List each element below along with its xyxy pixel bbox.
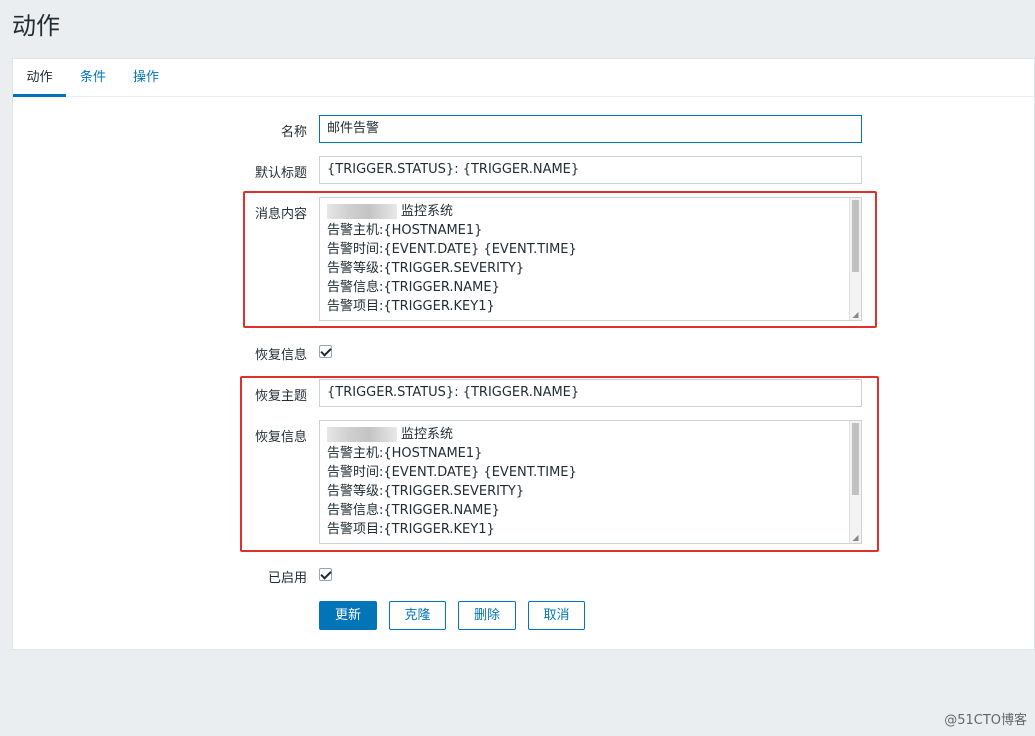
- message-line: 告警信息:{TRIGGER.NAME}: [327, 503, 500, 518]
- default-subject-label: 默认标题: [254, 166, 307, 181]
- message-line: 告警等级:{TRIGGER.SEVERITY}: [327, 261, 525, 276]
- message-line: 告警项目:{TRIGGER.KEY1}: [327, 522, 495, 537]
- watermark: @51CTO博客: [944, 713, 1027, 728]
- message-line: 告警时间:{EVENT.DATE} {EVENT.TIME}: [327, 465, 577, 480]
- redacted-blur: [327, 204, 397, 219]
- message-textarea[interactable]: 监控系统 告警主机:{HOSTNAME1} 告警时间:{EVENT.DATE} …: [319, 197, 862, 321]
- redacted-blur: [327, 427, 397, 442]
- recovery-message-text: 监控系统 告警主机:{HOSTNAME1} 告警时间:{EVENT.DATE} …: [327, 425, 847, 539]
- scroll-thumb[interactable]: [852, 200, 859, 272]
- recovery-subject-label: 恢复主题: [254, 389, 307, 404]
- message-line: 告警等级:{TRIGGER.SEVERITY}: [327, 484, 525, 499]
- tab-operations[interactable]: 操作: [126, 59, 166, 97]
- recovery-enabled-label: 恢复信息: [254, 348, 307, 363]
- enabled-checkbox[interactable]: [319, 568, 332, 581]
- action-form-panel: 动作 条件 操作 名称 邮件告警 默认标题 {TRIGGER.STATUS}: …: [12, 58, 1035, 650]
- message-line: 告警时间:{EVENT.DATE} {EVENT.TIME}: [327, 242, 577, 257]
- update-button[interactable]: 更新: [319, 601, 377, 630]
- recovery-message-scrollbar[interactable]: [849, 421, 861, 543]
- name-input[interactable]: 邮件告警: [319, 115, 862, 143]
- resize-grip-icon[interactable]: ◢: [851, 310, 860, 319]
- message-line: 监控系统: [327, 425, 847, 444]
- tab-conditions[interactable]: 条件: [73, 59, 113, 97]
- page-title: 动作: [12, 12, 60, 40]
- message-line: 告警信息:{TRIGGER.NAME}: [327, 280, 500, 295]
- delete-button[interactable]: 删除: [458, 601, 516, 630]
- tab-bar: 动作 条件 操作: [13, 59, 1034, 97]
- clone-button[interactable]: 克隆: [389, 601, 446, 630]
- recovery-message-label: 恢复信息: [254, 430, 307, 445]
- cancel-button[interactable]: 取消: [528, 601, 585, 630]
- name-label: 名称: [280, 125, 307, 140]
- message-scrollbar[interactable]: [849, 198, 861, 320]
- message-line: 监控系统: [327, 202, 847, 221]
- resize-grip-icon[interactable]: ◢: [851, 533, 860, 542]
- message-line: 告警主机:{HOSTNAME1}: [327, 223, 483, 238]
- recovery-subject-input[interactable]: {TRIGGER.STATUS}: {TRIGGER.NAME}: [319, 379, 862, 407]
- scroll-thumb[interactable]: [852, 423, 859, 495]
- default-subject-input[interactable]: {TRIGGER.STATUS}: {TRIGGER.NAME}: [319, 156, 862, 184]
- recovery-enabled-checkbox[interactable]: [319, 345, 332, 358]
- message-line: 告警主机:{HOSTNAME1}: [327, 446, 483, 461]
- tab-action[interactable]: 动作: [13, 59, 66, 97]
- recovery-message-textarea[interactable]: 监控系统 告警主机:{HOSTNAME1} 告警时间:{EVENT.DATE} …: [319, 420, 862, 544]
- message-text: 监控系统 告警主机:{HOSTNAME1} 告警时间:{EVENT.DATE} …: [327, 202, 847, 316]
- message-line: 告警项目:{TRIGGER.KEY1}: [327, 299, 495, 314]
- message-label: 消息内容: [254, 207, 307, 222]
- enabled-label: 已启用: [267, 571, 307, 586]
